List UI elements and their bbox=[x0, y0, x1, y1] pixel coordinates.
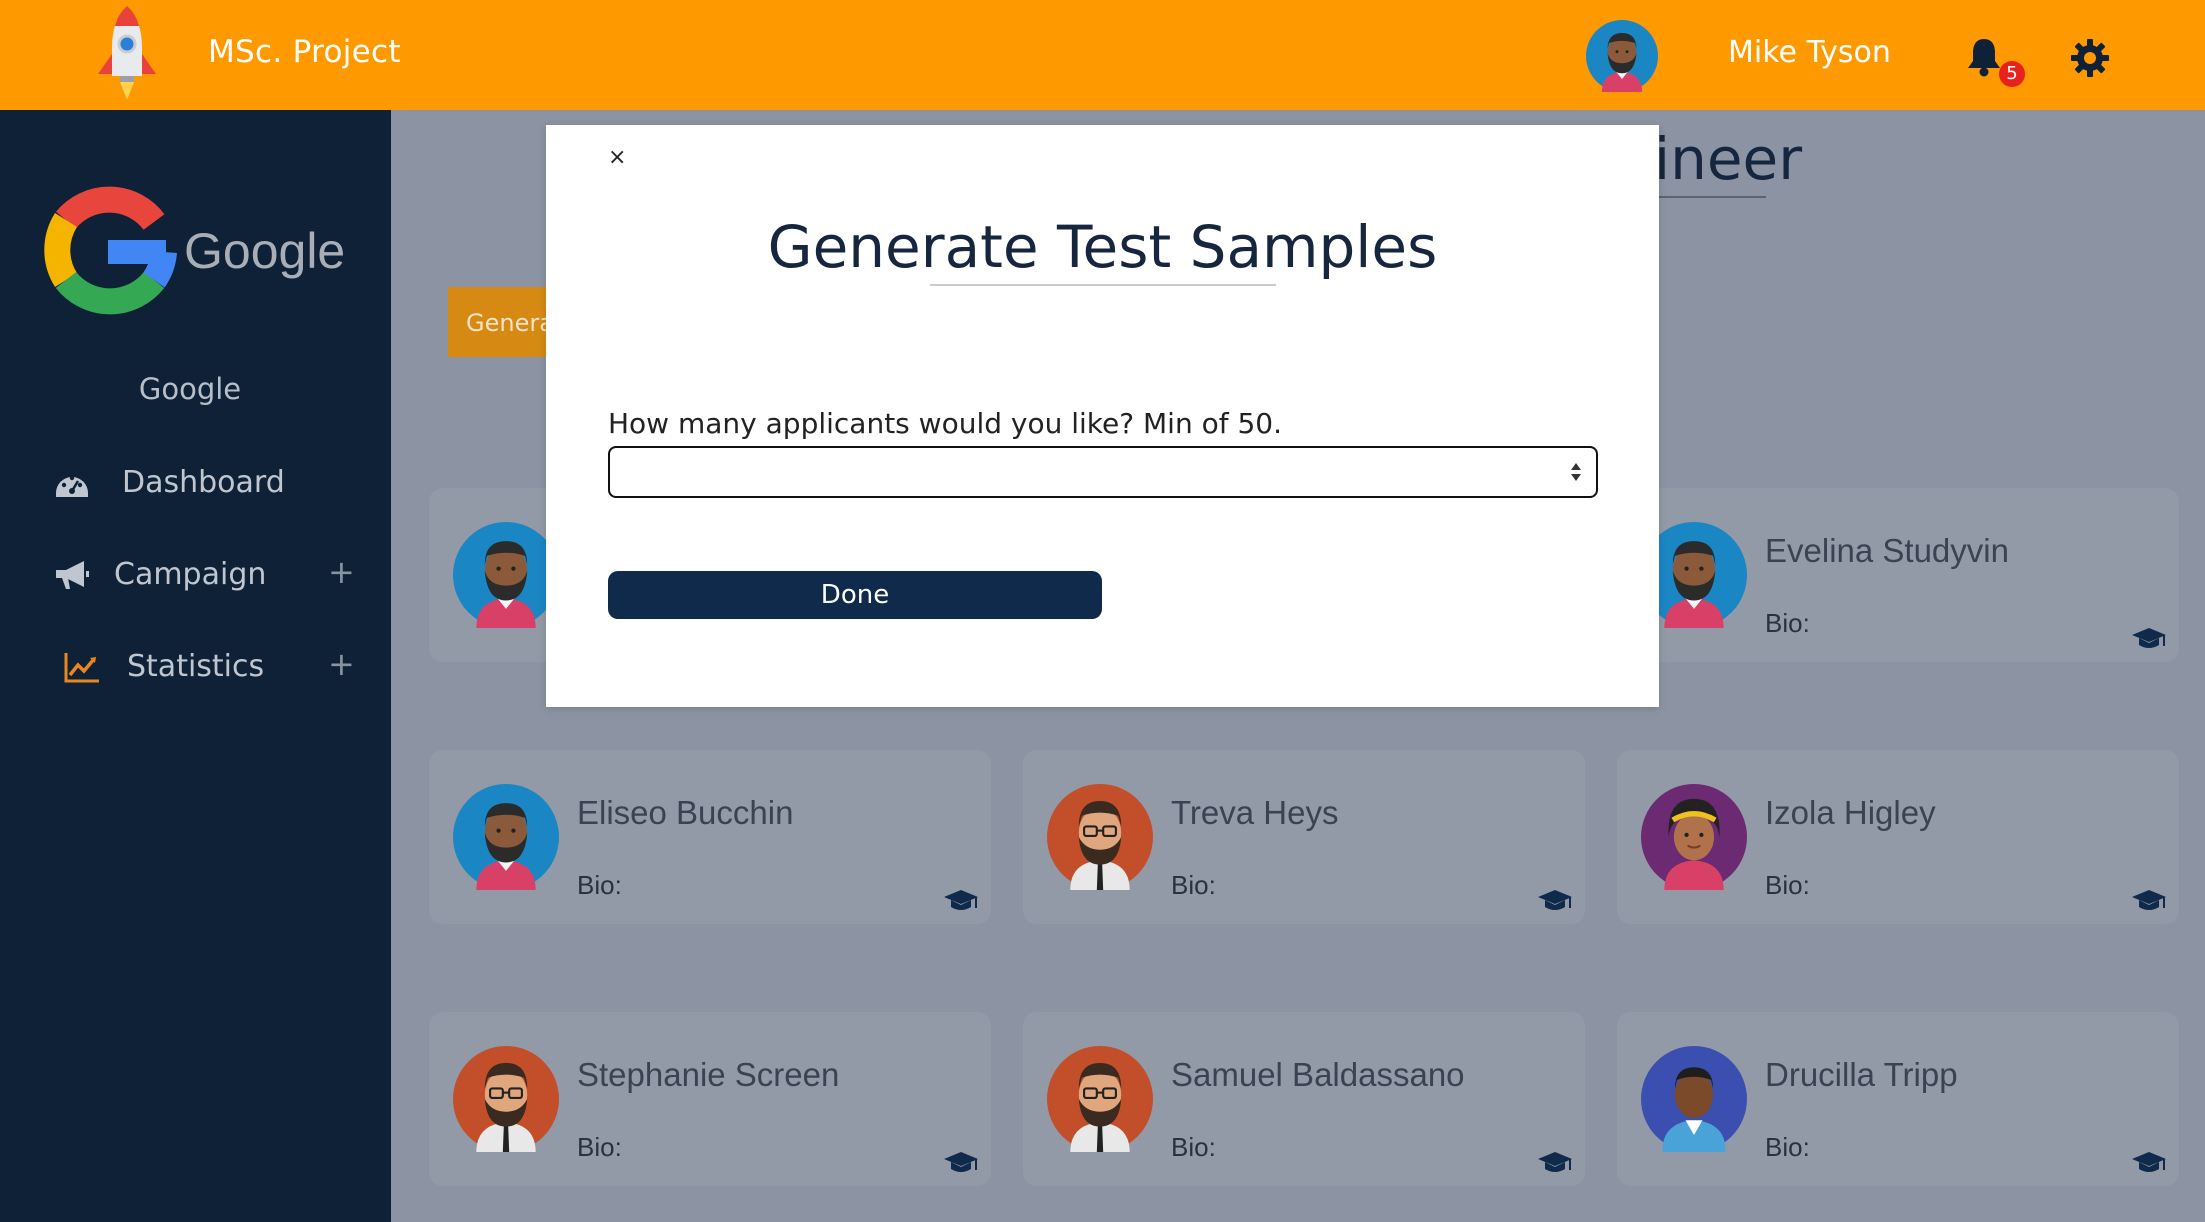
dashboard-icon bbox=[56, 475, 88, 497]
number-spinner-icon[interactable] bbox=[1568, 460, 1584, 484]
graduation-cap-icon[interactable] bbox=[2131, 1150, 2167, 1176]
applicant-card[interactable]: Treva Heys Bio: bbox=[1023, 750, 1585, 924]
applicant-count-field[interactable] bbox=[608, 446, 1598, 498]
gear-icon[interactable] bbox=[2070, 38, 2110, 78]
applicant-count-input[interactable] bbox=[618, 454, 1542, 490]
graduation-cap-icon[interactable] bbox=[2131, 626, 2167, 652]
applicant-card[interactable]: Samuel Baldassano Bio: bbox=[1023, 1012, 1585, 1186]
applicant-bio-label: Bio: bbox=[1171, 1132, 1216, 1162]
company-name: Google bbox=[138, 372, 242, 406]
applicant-name: Eliseo Bucchin bbox=[577, 794, 794, 831]
applicant-avatar bbox=[1641, 784, 1747, 890]
applicant-avatar bbox=[453, 522, 559, 628]
modal-title: Generate Test Samples bbox=[767, 213, 1438, 281]
sidebar-item-campaign[interactable]: Campaign + bbox=[0, 545, 391, 605]
graduation-cap-icon[interactable] bbox=[943, 1150, 979, 1176]
applicant-avatar bbox=[453, 1046, 559, 1152]
graduation-cap-icon[interactable] bbox=[1537, 1150, 1573, 1176]
applicant-name: Treva Heys bbox=[1171, 794, 1339, 831]
chart-line-icon bbox=[64, 653, 99, 683]
applicant-bio-label: Bio: bbox=[1765, 1132, 1810, 1162]
applicant-bio-label: Bio: bbox=[1171, 870, 1216, 900]
expand-plus-icon[interactable]: + bbox=[328, 553, 355, 591]
applicant-card[interactable]: Evelina Studyvin Bio: bbox=[1617, 488, 2179, 662]
applicant-name: Samuel Baldassano bbox=[1171, 1056, 1465, 1093]
applicant-bio-label: Bio: bbox=[1765, 870, 1810, 900]
done-button[interactable]: Done bbox=[608, 571, 1102, 619]
company-logo: Google bbox=[44, 186, 345, 315]
sidebar-item-label: Dashboard bbox=[122, 465, 285, 500]
megaphone-icon bbox=[56, 561, 89, 589]
title-underline bbox=[930, 284, 1276, 286]
applicant-name: Evelina Studyvin bbox=[1765, 532, 2009, 569]
svg-text:Google: Google bbox=[184, 223, 345, 279]
applicant-avatar bbox=[1641, 1046, 1747, 1152]
applicant-name: Drucilla Tripp bbox=[1765, 1056, 1958, 1093]
notification-badge: 5 bbox=[1999, 61, 2025, 87]
applicant-count-label: How many applicants would you like? Min … bbox=[608, 407, 1283, 440]
applicant-avatar bbox=[1047, 784, 1153, 890]
user-name[interactable]: Mike Tyson bbox=[1728, 35, 1891, 70]
user-avatar[interactable] bbox=[1586, 20, 1658, 92]
title-underline bbox=[1656, 196, 1766, 198]
applicant-name: Stephanie Screen bbox=[577, 1056, 840, 1093]
applicant-bio-label: Bio: bbox=[577, 1132, 622, 1162]
rocket-logo-icon[interactable] bbox=[84, 4, 170, 102]
applicant-bio-label: Bio: bbox=[577, 870, 622, 900]
applicant-avatar bbox=[1047, 1046, 1153, 1152]
graduation-cap-icon[interactable] bbox=[2131, 888, 2167, 914]
top-bar: MSc. Project Mike Tyson 5 bbox=[0, 0, 2205, 110]
generate-button-label: Genera bbox=[466, 309, 554, 337]
applicant-card[interactable]: Izola Higley Bio: bbox=[1617, 750, 2179, 924]
sidebar-item-label: Statistics bbox=[127, 649, 265, 684]
applicant-name: Izola Higley bbox=[1765, 794, 1936, 831]
sidebar-item-label: Campaign bbox=[114, 557, 267, 592]
graduation-cap-icon[interactable] bbox=[943, 888, 979, 914]
sidebar: Google Google Dashboard Campaign + Stati… bbox=[0, 110, 391, 1222]
expand-plus-icon[interactable]: + bbox=[328, 645, 355, 683]
applicant-bio-label: Bio: bbox=[1765, 608, 1810, 638]
applicant-card[interactable]: Drucilla Tripp Bio: bbox=[1617, 1012, 2179, 1186]
applicant-card[interactable]: Eliseo Bucchin Bio: bbox=[429, 750, 991, 924]
app-title[interactable]: MSc. Project bbox=[208, 34, 401, 70]
generate-samples-modal: × Generate Test Samples How many applica… bbox=[546, 125, 1659, 707]
graduation-cap-icon[interactable] bbox=[1537, 888, 1573, 914]
close-icon[interactable]: × bbox=[608, 145, 626, 170]
sidebar-item-statistics[interactable]: Statistics + bbox=[0, 637, 391, 697]
sidebar-item-dashboard[interactable]: Dashboard bbox=[0, 453, 391, 513]
applicant-card[interactable]: Stephanie Screen Bio: bbox=[429, 1012, 991, 1186]
page-title: ineer bbox=[1654, 125, 1803, 193]
applicant-avatar bbox=[453, 784, 559, 890]
bell-icon[interactable] bbox=[1967, 37, 2001, 77]
